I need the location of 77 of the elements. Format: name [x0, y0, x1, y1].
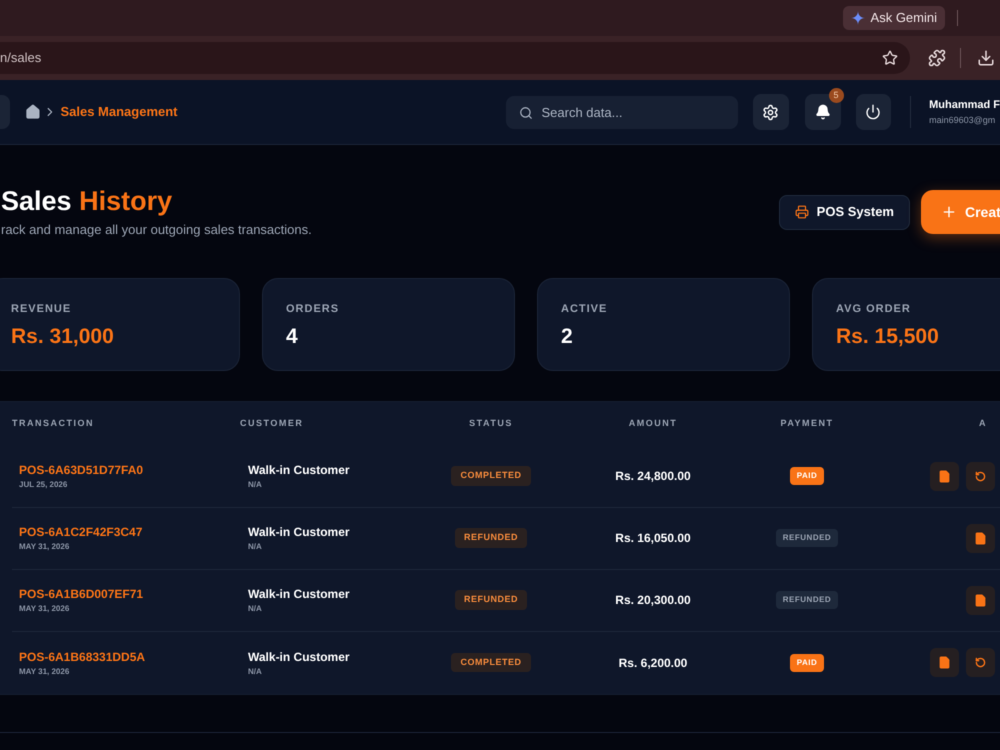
customer-name: Walk-in Customer: [248, 462, 351, 479]
transaction-date: MAY 31, 2026: [19, 541, 70, 553]
plus-icon: [941, 204, 957, 220]
power-icon: [865, 104, 882, 120]
amount-cell-text: Rs. 6,200.00: [618, 654, 688, 672]
customer-detail: N/A: [248, 603, 263, 615]
bell-icon: [814, 104, 831, 120]
stat-label: ORDERS: [286, 302, 340, 316]
document-icon: [974, 594, 987, 606]
payment-badge: REFUNDED: [776, 529, 838, 547]
customer-name: Walk-in Customer: [248, 586, 351, 603]
user-name: Muhammad F: [929, 98, 1000, 113]
bookmark-star-icon[interactable]: [882, 50, 898, 66]
amount-cell-text: Rs. 24,800.00: [614, 468, 692, 485]
customer-name: Walk-in Customer: [248, 524, 351, 541]
invoice-button[interactable]: [930, 462, 959, 490]
payment-badge: PAID: [790, 654, 824, 672]
transaction-date: MAY 31, 2026: [19, 603, 70, 615]
notification-badge: 5: [828, 88, 844, 103]
payment-badge: PAID: [790, 467, 824, 485]
payment-badge: REFUNDED: [776, 591, 838, 609]
extensions-icon[interactable]: [928, 49, 946, 67]
transaction-id[interactable]: POS-6A1B6D007EF71: [19, 585, 240, 603]
settings-icon: [762, 104, 780, 120]
customer-detail: N/A: [248, 541, 263, 553]
invoice-button[interactable]: [930, 648, 959, 677]
invoice-button[interactable]: [966, 586, 995, 614]
customer-detail: N/A: [248, 666, 263, 678]
status-badge: REFUNDED: [454, 528, 527, 548]
undo-icon: [975, 657, 986, 668]
refund-button[interactable]: [966, 648, 995, 677]
transaction-id[interactable]: POS-6A1B68331DD5A: [19, 648, 240, 666]
address-bar[interactable]: n/sales: [0, 42, 910, 74]
sparkle-icon: [850, 11, 865, 25]
stat-label: REVENUE: [11, 302, 72, 316]
amount-cell-text: Rs. 16,050.00: [614, 530, 692, 547]
column-header: STATUS: [468, 416, 514, 430]
status-badge: COMPLETED: [451, 652, 530, 672]
url-text: n/sales: [0, 49, 42, 68]
invoice-button[interactable]: [966, 524, 995, 552]
refund-button[interactable]: [966, 462, 995, 490]
customer-detail: N/A: [248, 479, 263, 491]
document-icon: [938, 656, 951, 669]
customer-name: Walk-in Customer: [248, 648, 351, 666]
transaction-date: MAY 31, 2026: [19, 666, 70, 678]
column-header: CUSTOMER: [240, 416, 304, 430]
status-badge: COMPLETED: [451, 466, 530, 486]
transaction-date: JUL 25, 2026: [19, 479, 68, 491]
download-icon[interactable]: [977, 49, 995, 67]
stat-value: Rs. 31,000: [11, 324, 115, 350]
column-header: AMOUNT: [628, 416, 678, 430]
status-badge: REFUNDED: [454, 590, 527, 610]
undo-icon: [975, 470, 986, 482]
breadcrumb-current: Sales Management: [60, 103, 178, 122]
stat-value: Rs. 15,500: [836, 324, 940, 350]
ask-gemini-button[interactable]: Ask Gemini: [842, 6, 945, 30]
search-icon: [518, 106, 532, 120]
column-header: PAYMENT: [779, 416, 834, 430]
transaction-id[interactable]: POS-6A63D51D77FA0: [19, 461, 240, 479]
user-email: main69603@gm: [929, 114, 996, 127]
pos-system-button[interactable]: POS System: [778, 194, 910, 230]
page-title: Sales History: [1, 186, 174, 216]
stat-label: ACTIVE: [561, 302, 608, 316]
column-header: TRANSACTION: [12, 416, 95, 430]
document-icon: [974, 532, 987, 544]
logout-button[interactable]: [856, 94, 892, 130]
column-header: A: [978, 416, 988, 430]
stat-value: 4: [286, 324, 299, 350]
search-field[interactable]: Search data...: [506, 96, 738, 128]
settings-button[interactable]: [752, 94, 789, 130]
amount-cell-text: Rs. 20,300.00: [614, 592, 692, 609]
document-icon: [938, 470, 951, 482]
stat-value: 2: [561, 324, 574, 350]
page-subtitle: rack and manage all your outgoing sales transactions.: [1, 221, 312, 239]
transaction-id[interactable]: POS-6A1C2F42F3C47: [19, 523, 240, 541]
stat-label: AVG ORDER: [836, 302, 912, 316]
home-icon[interactable]: [24, 104, 41, 120]
